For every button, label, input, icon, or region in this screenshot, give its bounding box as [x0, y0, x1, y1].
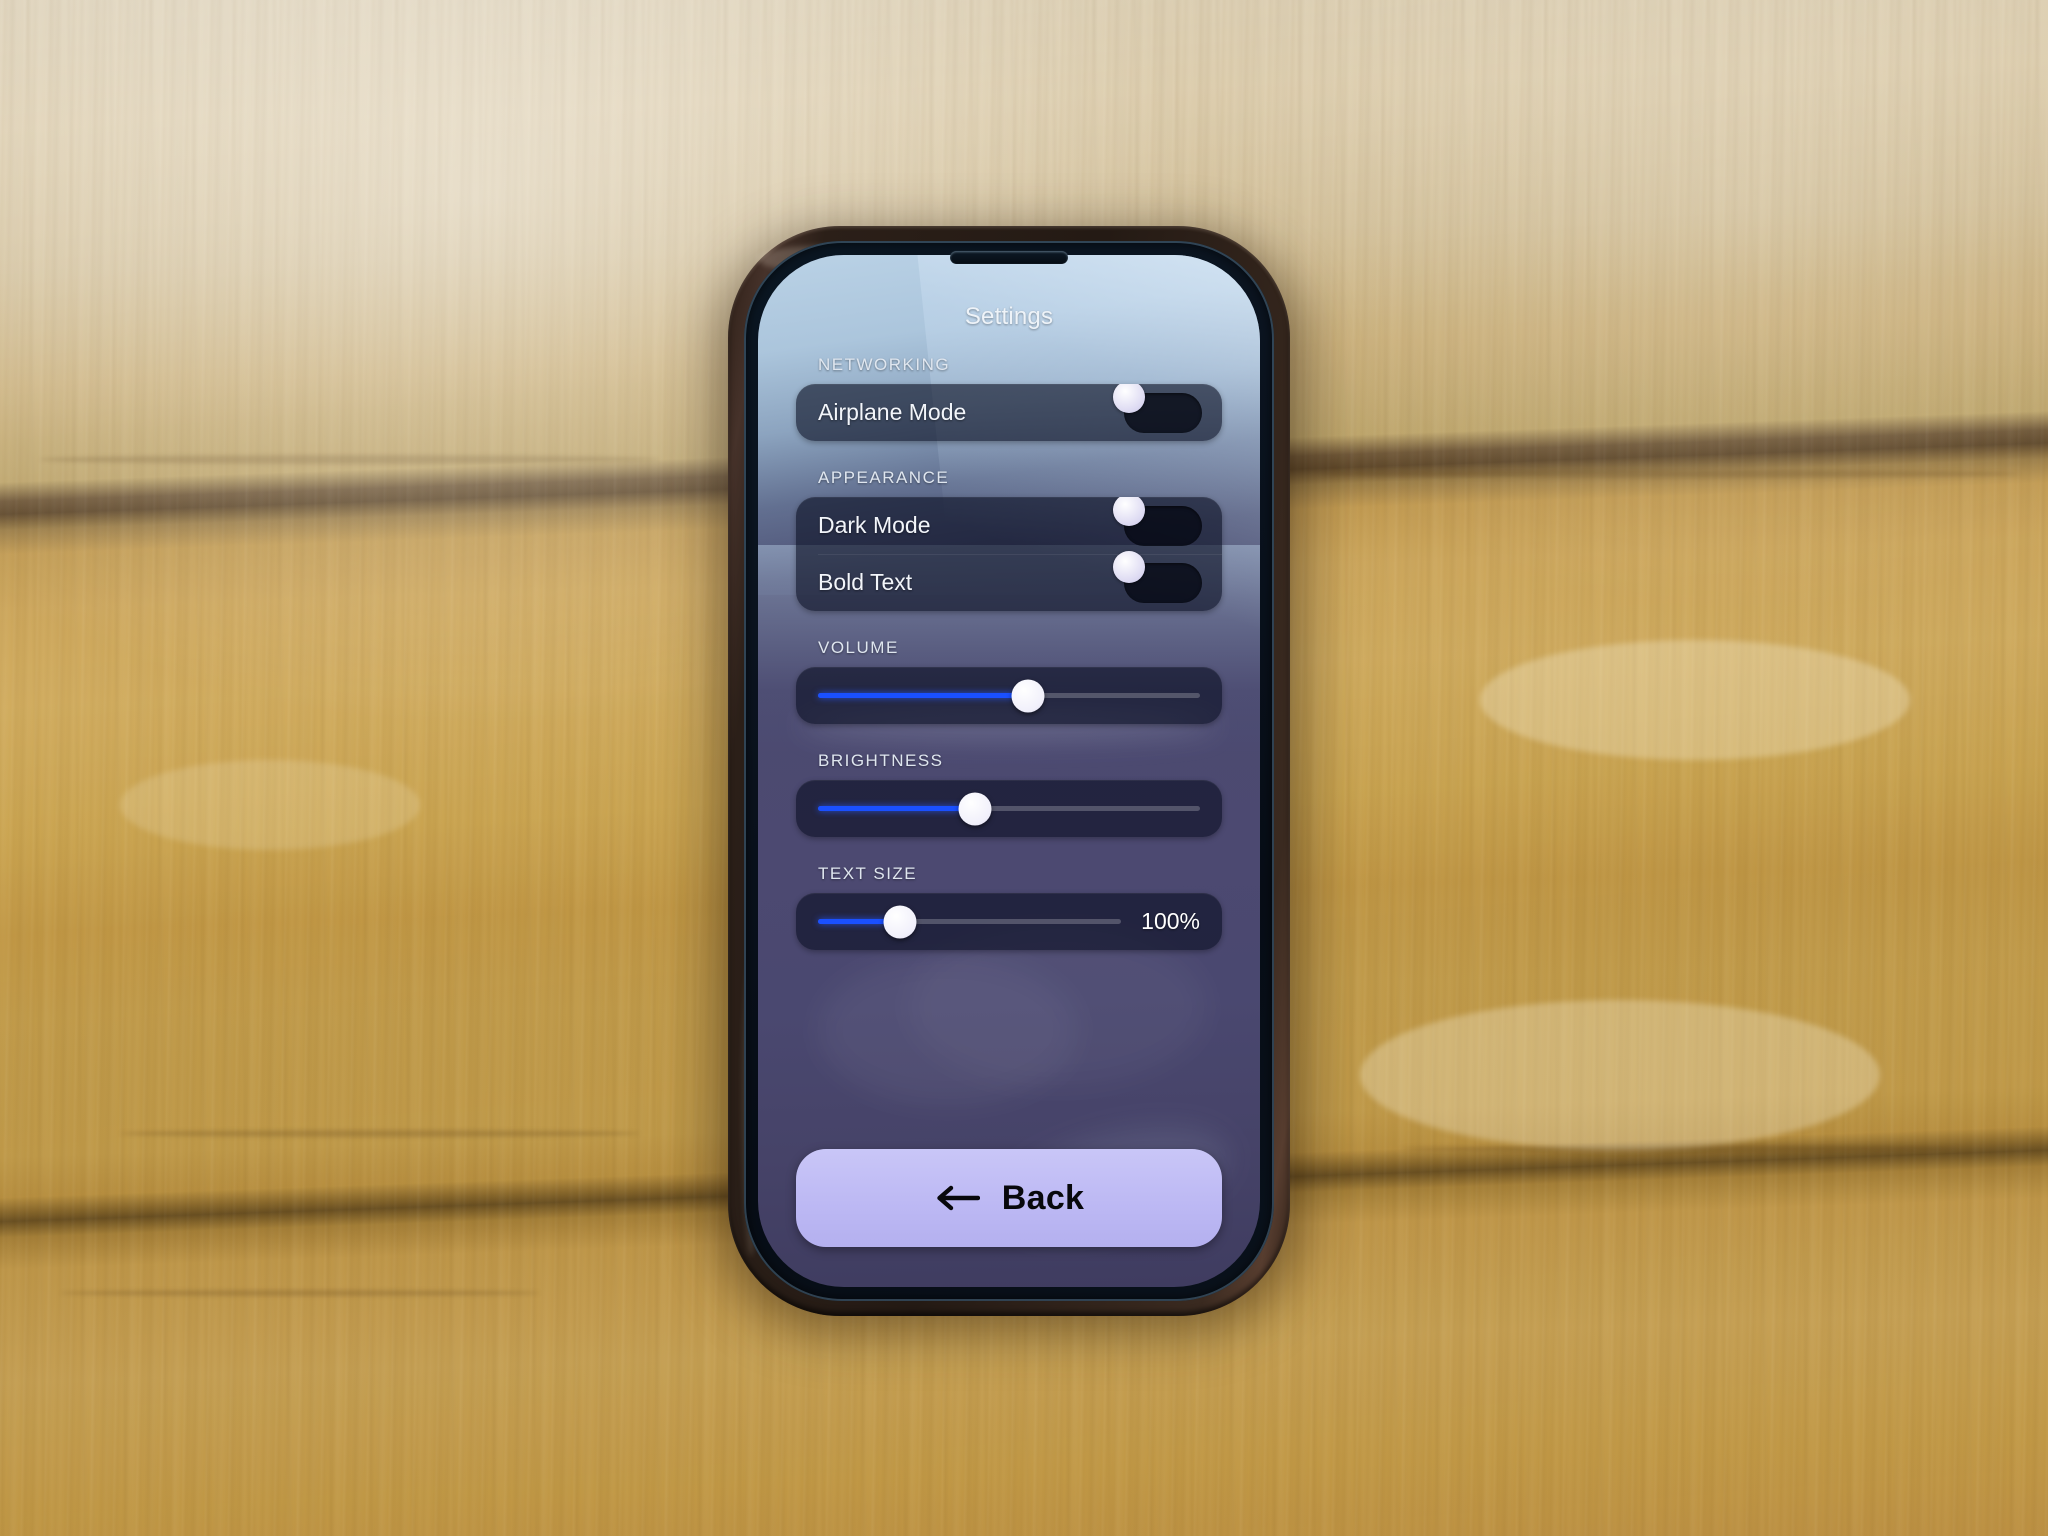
- row-label-dark-mode: Dark Mode: [818, 512, 931, 538]
- slider-track-volume[interactable]: [818, 679, 1200, 712]
- page-title: Settings: [964, 303, 1054, 330]
- phone-screen: Settings NETWORKING Airplane Mode APPEAR…: [758, 255, 1260, 1287]
- section-header-volume: VOLUME: [818, 638, 899, 657]
- phone-case: Settings NETWORKING Airplane Mode APPEAR…: [728, 226, 1290, 1316]
- row-label-airplane-mode: Airplane Mode: [818, 399, 967, 425]
- toggle-knob: [1113, 384, 1145, 413]
- wood-streak: [120, 1130, 640, 1137]
- toggle-knob: [1113, 497, 1145, 526]
- slider-track-text-size[interactable]: [818, 905, 1122, 938]
- scene: Settings NETWORKING Airplane Mode APPEAR…: [0, 0, 2048, 1536]
- slider-fill-volume: [818, 693, 1029, 698]
- wood-streak: [60, 1290, 540, 1296]
- slider-card-volume[interactable]: [796, 667, 1222, 724]
- toggle-knob: [1113, 550, 1145, 583]
- networking-card: Airplane Mode: [796, 384, 1222, 441]
- slider-knob-volume[interactable]: [1011, 679, 1045, 712]
- wood-highlight: [1360, 1000, 1880, 1150]
- toggle-airplane-mode[interactable]: [1113, 384, 1202, 433]
- settings-app: Settings NETWORKING Airplane Mode APPEAR…: [758, 255, 1260, 1287]
- slider-track-brightness[interactable]: [818, 792, 1200, 825]
- slider-card-brightness[interactable]: [796, 780, 1222, 837]
- slider-fill-brightness: [818, 806, 975, 811]
- row-airplane-mode[interactable]: Airplane Mode: [796, 384, 1222, 441]
- row-bold-text[interactable]: Bold Text: [796, 550, 1222, 611]
- toggle-dark-mode[interactable]: [1113, 497, 1202, 546]
- slider-card-text-size[interactable]: 100%: [796, 893, 1222, 950]
- row-dark-mode[interactable]: Dark Mode: [796, 497, 1222, 554]
- phone-bezel: Settings NETWORKING Airplane Mode APPEAR…: [744, 241, 1274, 1301]
- row-label-bold-text: Bold Text: [818, 569, 913, 595]
- wood-highlight: [1480, 640, 1910, 760]
- back-button[interactable]: Back: [796, 1149, 1222, 1247]
- wood-highlight: [120, 760, 420, 850]
- slider-knob-text-size[interactable]: [883, 905, 917, 938]
- section-header-appearance: APPEARANCE: [818, 468, 950, 487]
- arrow-left-icon: [934, 1183, 980, 1213]
- toggle-bold-text[interactable]: [1113, 550, 1202, 603]
- section-header-text-size: TEXT SIZE: [818, 864, 918, 883]
- slider-knob-brightness[interactable]: [958, 792, 992, 825]
- section-header-networking: NETWORKING: [818, 355, 951, 374]
- back-button-label: Back: [1001, 1178, 1085, 1217]
- appearance-card: Dark Mode Bold Text: [796, 497, 1222, 611]
- slider-value-text-size: 100%: [1141, 908, 1200, 934]
- wood-streak: [1320, 470, 2020, 478]
- section-header-brightness: BRIGHTNESS: [818, 751, 944, 770]
- wood-streak: [40, 455, 660, 464]
- settings-content: NETWORKING Airplane Mode APPEARANCE Dark…: [796, 355, 1222, 950]
- earpiece-speaker: [950, 251, 1068, 264]
